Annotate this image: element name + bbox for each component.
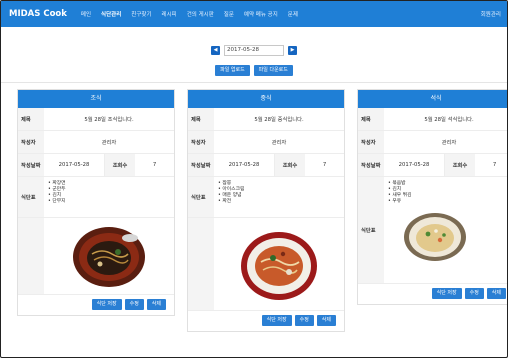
- nav-item-recipe[interactable]: 레시피: [162, 10, 177, 18]
- date-views-row: 작성날짜 2017-05-28 조회수 7: [188, 154, 344, 177]
- menu-label: 식단표: [18, 177, 44, 217]
- title-label: 제목: [18, 108, 44, 130]
- image-label-spacer: [18, 218, 44, 294]
- title-label: 제목: [188, 108, 214, 130]
- nav-item-reservation-notice[interactable]: 예약 메뉴 공지: [244, 10, 278, 18]
- author-label: 작성자: [18, 131, 44, 153]
- views-value: 7: [152, 162, 157, 168]
- author-row: 작성자 관리자: [18, 131, 174, 154]
- file-action-bar: 파일 업로드 파일 다운로드: [1, 65, 507, 76]
- nav-item-problem[interactable]: 문제: [288, 10, 298, 18]
- views-label: 조회수: [275, 154, 305, 176]
- date-views-row: 작성날짜 2017-05-28 조회수 7: [18, 154, 174, 177]
- card-header: 석식: [358, 90, 507, 108]
- app-window: MIDAS Cook 메인 식단관리 친구찾기 레시피 건의 게시판 질문 예약…: [0, 0, 508, 358]
- card-buttons: 식단 저장 수정 삭제: [18, 295, 174, 315]
- top-navbar: MIDAS Cook 메인 식단관리 친구찾기 레시피 건의 게시판 질문 예약…: [1, 1, 507, 27]
- nav-item-question[interactable]: 질문: [224, 10, 234, 18]
- brand-logo[interactable]: MIDAS Cook: [9, 9, 67, 19]
- next-date-button[interactable]: ▶: [288, 46, 297, 55]
- card-buttons: 식단 저장 수정 삭제: [358, 284, 507, 304]
- title-row: 제목 5월 28일 조식입니다.: [18, 108, 174, 131]
- date-value: 2017-05-28: [44, 154, 105, 176]
- menu-value: 짬뽕 아이스크림 매운 양념 짜전: [214, 177, 344, 217]
- date-label: 작성날짜: [18, 154, 44, 176]
- menu-row: 식단표 짬뽕 아이스크림 매운 양념 짜전: [188, 177, 344, 218]
- card-header: 중식: [188, 90, 344, 108]
- delete-button[interactable]: 삭제: [146, 299, 166, 310]
- edit-button[interactable]: 수정: [464, 288, 484, 299]
- title-value: 5월 28일 석식입니다.: [424, 117, 474, 123]
- prev-date-button[interactable]: ◀: [211, 46, 220, 55]
- image-row: [188, 218, 344, 311]
- nav-item-suggestion-board[interactable]: 건의 게시판: [187, 10, 214, 18]
- date-label: 작성날짜: [358, 154, 384, 176]
- title-row: 제목 5월 28일 석식입니다.: [358, 108, 507, 131]
- meal-card-lunch: 중식 제목 5월 28일 중식입니다. 작성자 관리자 작성날짜 2017-05…: [187, 89, 345, 332]
- author-value: 관리자: [101, 140, 117, 146]
- food-photo: [214, 218, 344, 310]
- author-row: 작성자 관리자: [358, 131, 507, 154]
- date-value: 2017-05-28: [214, 154, 275, 176]
- menu-row: 식단표 짜장면 군만두 김치 단무지: [18, 177, 174, 218]
- title-row: 제목 5월 28일 중식입니다.: [188, 108, 344, 131]
- edit-button[interactable]: 수정: [124, 299, 144, 310]
- menu-value: 짜장면 군만두 김치 단무지: [44, 177, 174, 217]
- author-value: 관리자: [441, 140, 457, 146]
- date-views-row: 작성날짜 2017-05-28 조회수 7: [358, 154, 507, 177]
- menu-label: 식단표: [358, 177, 384, 283]
- save-meal-button[interactable]: 식단 저장: [431, 288, 462, 299]
- title-value: 5월 28일 조식입니다.: [84, 117, 134, 123]
- fried-rice-photo: [404, 213, 466, 261]
- title-label: 제목: [358, 108, 384, 130]
- title-value: 5월 28일 중식입니다.: [254, 117, 304, 123]
- file-upload-button[interactable]: 파일 업로드: [215, 65, 250, 76]
- author-label: 작성자: [358, 131, 384, 153]
- card-buttons: 식단 저장 수정 삭제: [188, 311, 344, 331]
- date-label: 작성날짜: [188, 154, 214, 176]
- views-value: 7: [492, 162, 497, 168]
- image-label-spacer: [188, 218, 214, 310]
- date-input[interactable]: 2017-05-28: [224, 45, 284, 56]
- nav-item-main[interactable]: 메인: [81, 10, 91, 18]
- list-item: 우유: [388, 199, 412, 205]
- list-item: 짜전: [218, 199, 244, 205]
- nav-item-meal-plan[interactable]: 식단관리: [101, 10, 121, 18]
- author-label: 작성자: [188, 131, 214, 153]
- author-row: 작성자 관리자: [188, 131, 344, 154]
- date-value: 2017-05-28: [384, 154, 445, 176]
- delete-button[interactable]: 삭제: [486, 288, 506, 299]
- food-photo: [44, 218, 174, 294]
- jjajangmyeon-photo: [73, 227, 145, 287]
- menu-list: 짬뽕 아이스크림 매운 양념 짜전: [218, 181, 244, 205]
- meal-card-dinner: 석식 제목 5월 28일 석식입니다. 작성자 관리자 작성날짜 2017-05…: [357, 89, 507, 305]
- menu-list: 짜장면 군만두 김치 단무지: [48, 181, 65, 205]
- image-row: [18, 218, 174, 295]
- nav-item-member-management[interactable]: 회원관리: [481, 10, 501, 18]
- nav-item-find-friends[interactable]: 친구찾기: [131, 10, 151, 18]
- section-divider: [1, 82, 507, 83]
- menu-value: 볶음밥 김치 새우 튀김 우유: [384, 177, 507, 283]
- save-meal-button[interactable]: 식단 저장: [91, 299, 122, 310]
- list-item: 단무지: [48, 199, 65, 205]
- file-download-button[interactable]: 파일 다운로드: [253, 65, 293, 76]
- save-meal-button[interactable]: 식단 저장: [261, 315, 292, 326]
- menu-list: 볶음밥 김치 새우 튀김 우유: [388, 181, 412, 205]
- jjamppong-photo: [241, 232, 317, 300]
- date-picker: ◀ 2017-05-28 ▶: [1, 45, 507, 56]
- card-header: 조식: [18, 90, 174, 108]
- edit-button[interactable]: 수정: [294, 315, 314, 326]
- delete-button[interactable]: 삭제: [316, 315, 336, 326]
- views-value: 7: [322, 162, 327, 168]
- meal-card-breakfast: 조식 제목 5월 28일 조식입니다. 작성자 관리자 작성날짜 2017-05…: [17, 89, 175, 316]
- views-label: 조회수: [445, 154, 475, 176]
- author-value: 관리자: [271, 140, 287, 146]
- menu-label: 식단표: [188, 177, 214, 217]
- menu-row: 식단표 볶음밥 김치 새우 튀김 우유: [358, 177, 507, 284]
- views-label: 조회수: [105, 154, 135, 176]
